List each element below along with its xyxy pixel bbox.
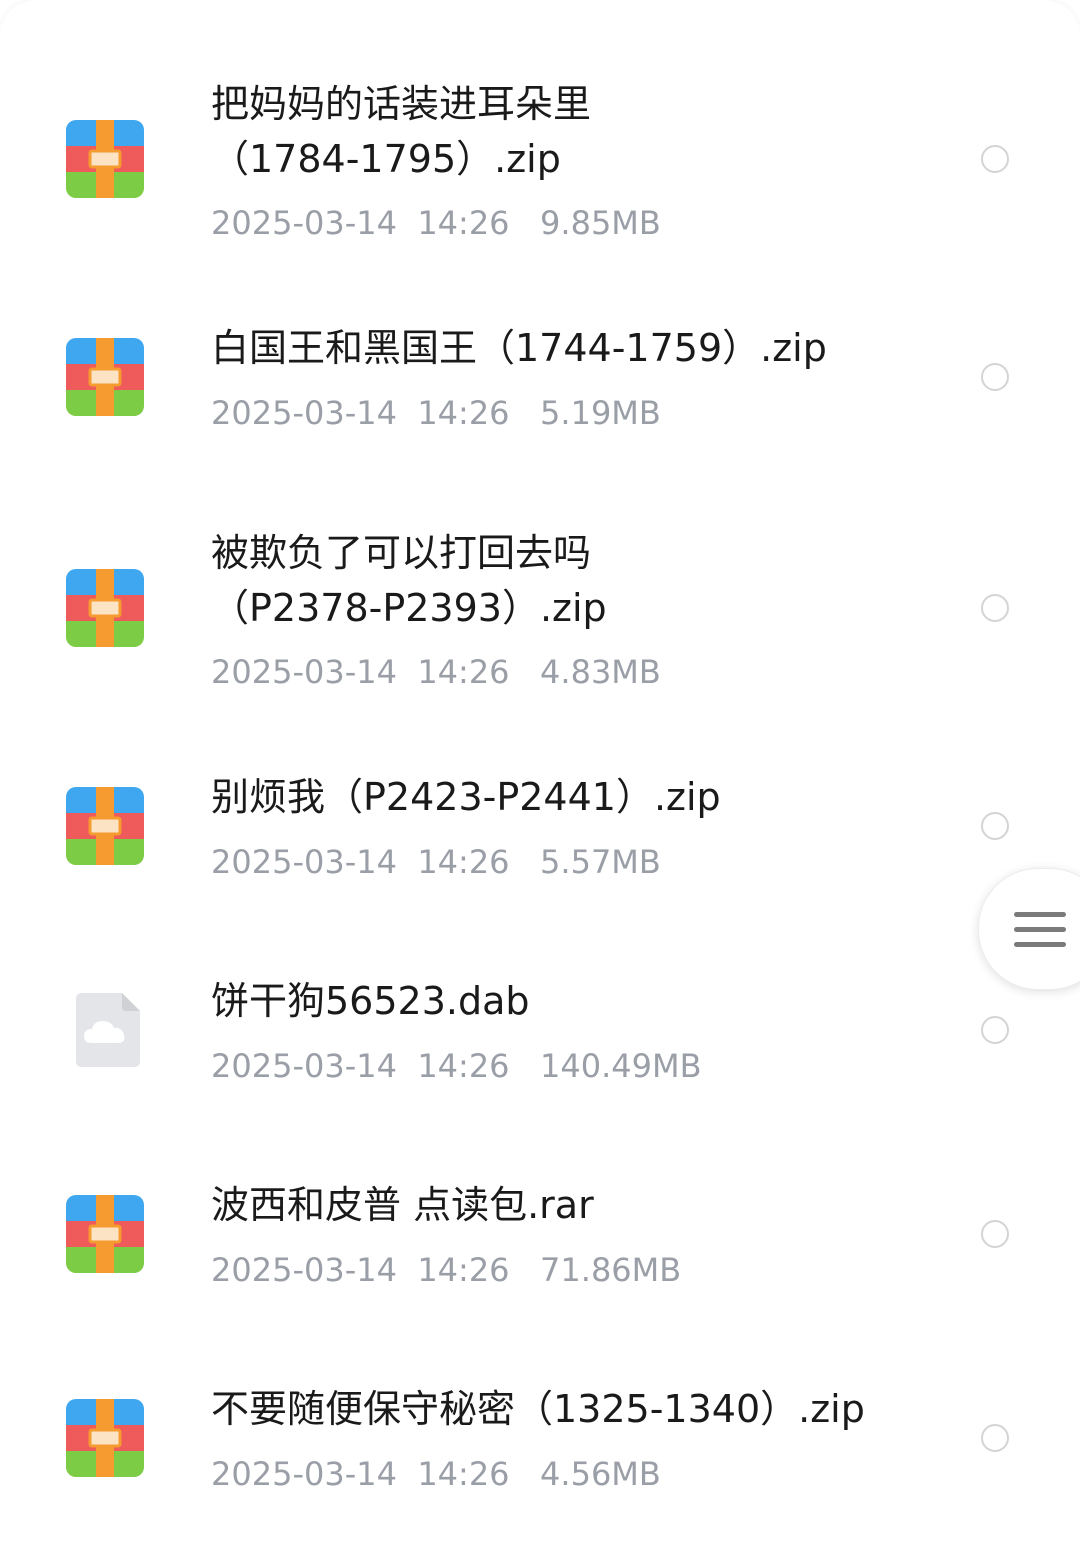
hamburger-menu-icon — [1014, 912, 1066, 957]
file-meta: 2025-03-14 14:26 71.86MB — [211, 1251, 682, 1289]
file-name: 饼干狗56523.dab — [211, 979, 530, 1023]
select-radio[interactable] — [981, 1220, 1009, 1248]
zip-archive-icon — [66, 120, 144, 198]
file-list: 把妈妈的话装进耳朵里 （1784-1795）.zip 2025-03-14 14… — [0, 0, 1080, 1549]
select-radio[interactable] — [981, 145, 1009, 173]
select-radio[interactable] — [981, 1016, 1009, 1044]
file-meta: 2025-03-14 14:26 4.83MB — [211, 653, 661, 691]
zip-archive-icon — [66, 1195, 144, 1273]
zip-archive-icon — [66, 569, 144, 647]
cloud-file-icon — [70, 991, 148, 1069]
zip-archive-icon — [66, 1399, 144, 1477]
select-radio[interactable] — [981, 594, 1009, 622]
file-name: 波西和皮普 点读包.rar — [211, 1183, 594, 1227]
select-radio[interactable] — [981, 363, 1009, 391]
file-name: 把妈妈的话装进耳朵里 （1784-1795）.zip — [211, 82, 592, 181]
file-meta: 2025-03-14 14:26 140.49MB — [211, 1047, 702, 1085]
file-name: 别烦我（P2423-P2441）.zip — [211, 775, 721, 819]
file-meta: 2025-03-14 14:26 5.57MB — [211, 843, 661, 881]
zip-archive-icon — [66, 787, 144, 865]
select-radio[interactable] — [981, 1424, 1009, 1452]
zip-archive-icon — [66, 338, 144, 416]
file-name: 被欺负了可以打回去吗 （P2378-P2393）.zip — [211, 531, 607, 630]
file-meta: 2025-03-14 14:26 4.56MB — [211, 1455, 661, 1493]
file-meta: 2025-03-14 14:26 5.19MB — [211, 394, 661, 432]
file-name: 白国王和黑国王（1744-1759）.zip — [211, 326, 827, 370]
file-meta: 2025-03-14 14:26 9.85MB — [211, 204, 661, 242]
file-list-sheet: 把妈妈的话装进耳朵里 （1784-1795）.zip 2025-03-14 14… — [0, 0, 1080, 1549]
select-radio[interactable] — [981, 812, 1009, 840]
file-name: 不要随便保守秘密（1325-1340）.zip — [211, 1387, 865, 1431]
